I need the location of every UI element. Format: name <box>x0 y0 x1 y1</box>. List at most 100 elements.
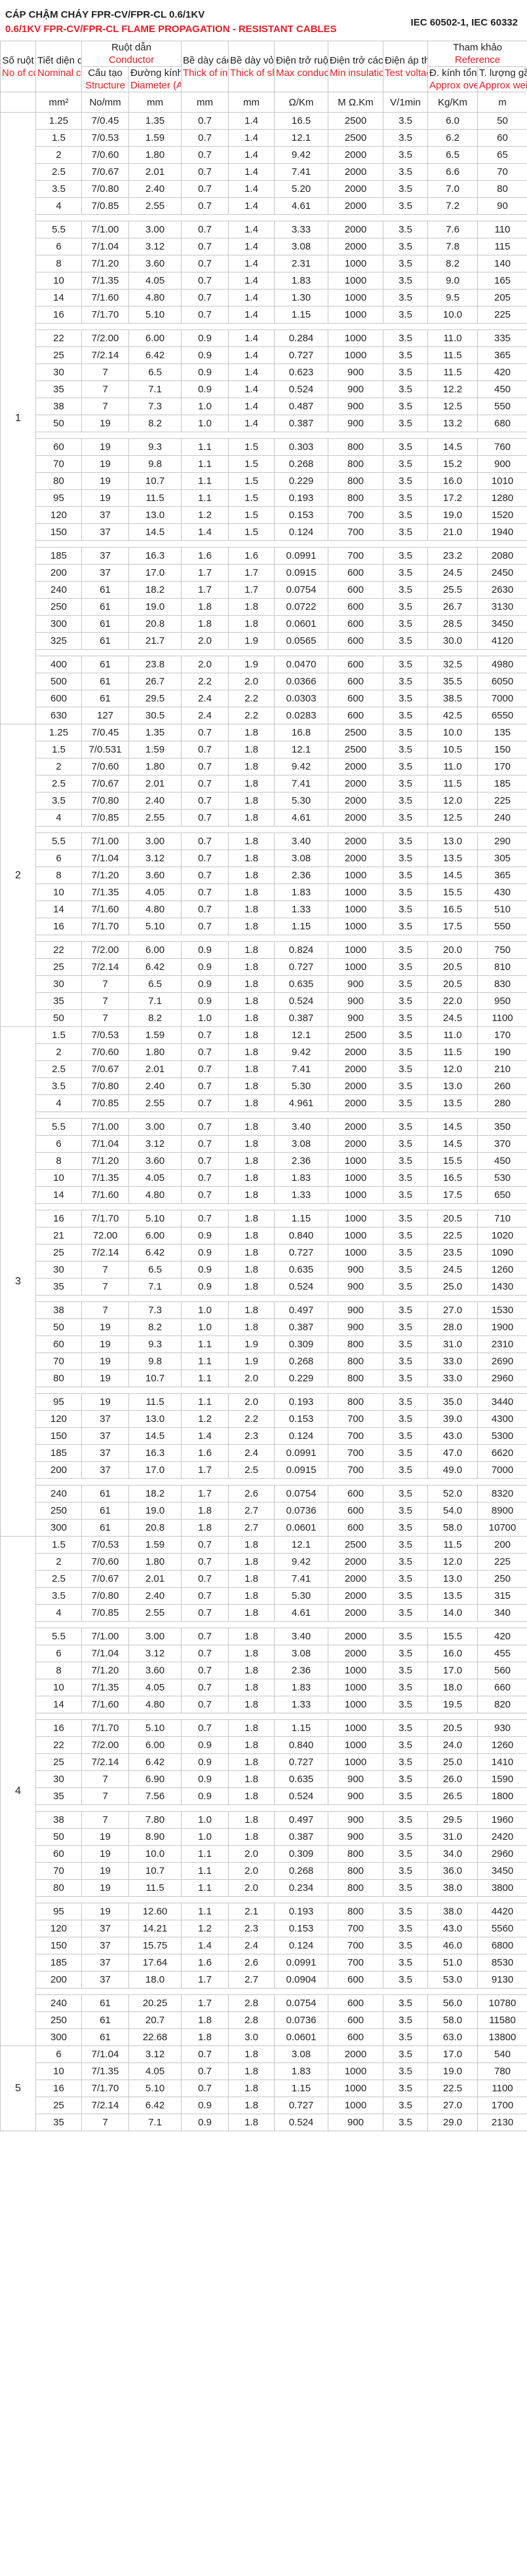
table-cell: 900 <box>328 1009 383 1027</box>
table-cell: 17.0 <box>427 2045 478 2063</box>
table-cell: 365 <box>477 346 527 364</box>
table-cell: 1.7 <box>228 564 275 582</box>
table-cell: 1.8 <box>228 724 275 741</box>
table-cell: 50 <box>35 1828 82 1846</box>
table-cell: 4.05 <box>128 2063 182 2080</box>
table-cell: 7.1 <box>128 1278 182 1296</box>
table-cell: 500 <box>35 673 82 690</box>
table-cell: 2.5 <box>228 1461 275 1479</box>
table-cell: 3.5 <box>383 1570 428 1588</box>
table-cell: 0.7 <box>181 724 229 741</box>
table-cell: 3.60 <box>128 255 182 272</box>
table-row: 200 37 17.0 1.7 2.5 0.0915 700 3.5 49.0 7000 <box>1 1461 527 1479</box>
table-cell: 3.00 <box>128 1628 182 1645</box>
table-cell: 16 <box>35 306 82 324</box>
table-cell: 1.15 <box>274 306 328 324</box>
table-row: 35 7 7.1 0.9 1.4 0.524 900 3.5 12.2 450 <box>1 381 527 398</box>
table-cell: 240 <box>35 581 82 599</box>
table-cell: 1.8 <box>228 2045 275 2063</box>
table-cell: 28.0 <box>427 1318 478 1336</box>
table-cell: 700 <box>328 1410 383 1428</box>
table-cell: 700 <box>328 523 383 541</box>
table-cell: 0.9 <box>181 1770 229 1788</box>
table-cell: 9.42 <box>274 1553 328 1571</box>
table-cell: 0.9 <box>181 381 229 398</box>
table-cell: 8 <box>35 1662 82 1679</box>
table-cell: 1.0 <box>181 1009 229 1027</box>
table-cell: 10.0 <box>128 1845 182 1863</box>
table-cell: 49.0 <box>427 1461 478 1479</box>
table-cell: 800 <box>328 1393 383 1411</box>
block-separator <box>1 1203 527 1210</box>
table-cell: 0.284 <box>274 329 328 347</box>
unit-cell: mm <box>228 92 275 113</box>
separator-cell <box>35 1387 527 1394</box>
table-cell: 1000 <box>328 1210 383 1227</box>
table-row: 2 7/0.60 1.80 0.7 1.8 9.42 2000 3.5 11.0 170 <box>1 758 527 775</box>
table-cell: 110 <box>477 221 527 238</box>
table-cell: 58.0 <box>427 1519 478 1537</box>
table-cell: 650 <box>477 1186 527 1204</box>
table-cell: 1.0 <box>181 1301 229 1319</box>
block-separator <box>1 540 527 548</box>
table-cell: 1.6 <box>181 1444 229 1462</box>
table-cell: 3.5 <box>383 1719 428 1737</box>
table-cell: 1.2 <box>181 506 229 524</box>
table-cell: 1.9 <box>228 656 275 673</box>
table-cell: 60 <box>477 129 527 147</box>
table-cell: 2.01 <box>128 163 182 181</box>
table-cell: 6 <box>35 238 82 255</box>
table-cell: 37 <box>81 1971 129 1988</box>
table-cell: 1.8 <box>228 1261 275 1279</box>
table-cell: 3.12 <box>128 1135 182 1153</box>
table-cell: 3.5 <box>383 1152 428 1170</box>
table-cell: 0.387 <box>274 1318 328 1336</box>
table-cell: 39.0 <box>427 1410 478 1428</box>
table-row: 38 7 7.80 1.0 1.8 0.497 900 3.5 29.5 1960 <box>1 1811 527 1829</box>
table-cell: 0.0915 <box>274 1461 328 1479</box>
table-cell: 8 <box>35 867 82 884</box>
table-cell: 0.153 <box>274 1410 328 1428</box>
table-cell: 1.8 <box>181 1519 229 1537</box>
table-cell: 900 <box>328 992 383 1010</box>
table-cell: 12.5 <box>427 809 478 827</box>
table-cell: 800 <box>328 1903 383 1920</box>
table-cell: 7.41 <box>274 1060 328 1078</box>
table-cell: 34.0 <box>427 1845 478 1863</box>
table-cell: 1.5 <box>35 741 82 758</box>
table-cell: 80 <box>35 472 82 490</box>
unit-cell: No/mm <box>81 92 129 113</box>
table-cell: 3.5 <box>383 1971 428 1988</box>
table-row: 200 37 18.0 1.7 2.7 0.0904 600 3.5 53.0 9130 <box>1 1971 527 1988</box>
table-cell: 1.8 <box>228 1152 275 1170</box>
table-cell: 0.0991 <box>274 1444 328 1462</box>
table-cell: 5.30 <box>274 1077 328 1095</box>
table-cell: 25.5 <box>427 581 478 599</box>
table-cell: 3.5 <box>383 632 428 650</box>
table-cell: 7 <box>81 1009 129 1027</box>
table-cell: 3.5 <box>383 1009 428 1027</box>
table-cell: 61 <box>81 2011 129 2029</box>
table-cell: 3.5 <box>383 775 428 793</box>
table-cell: 3.5 <box>383 1370 428 1387</box>
table-cell: 3.5 <box>383 455 428 473</box>
separator-cell <box>35 1988 527 1995</box>
table-cell: 450 <box>477 381 527 398</box>
unit-cell: m <box>477 92 527 113</box>
table-cell: 3.5 <box>383 1118 428 1136</box>
table-cell: 1700 <box>477 2097 527 2114</box>
table-cell: 3.5 <box>383 1553 428 1571</box>
table-cell: 2.0 <box>228 1845 275 1863</box>
table-cell: 1960 <box>477 1811 527 1829</box>
table-cell: 19 <box>81 489 129 507</box>
table-cell: 0.0991 <box>274 547 328 565</box>
col-header-reference: Tham khảo Reference <box>427 41 527 67</box>
table-cell: 600 <box>328 564 383 582</box>
table-cell: 7.1 <box>128 2114 182 2131</box>
table-cell: 8900 <box>477 1502 527 1520</box>
table-cell: 0.268 <box>274 1862 328 1880</box>
table-cell: 2.40 <box>128 180 182 198</box>
table-cell: 140 <box>477 255 527 272</box>
table-row: 35 7 7.56 0.9 1.8 0.524 900 3.5 26.5 1800 <box>1 1787 527 1805</box>
table-cell: 3.40 <box>274 1118 328 1136</box>
